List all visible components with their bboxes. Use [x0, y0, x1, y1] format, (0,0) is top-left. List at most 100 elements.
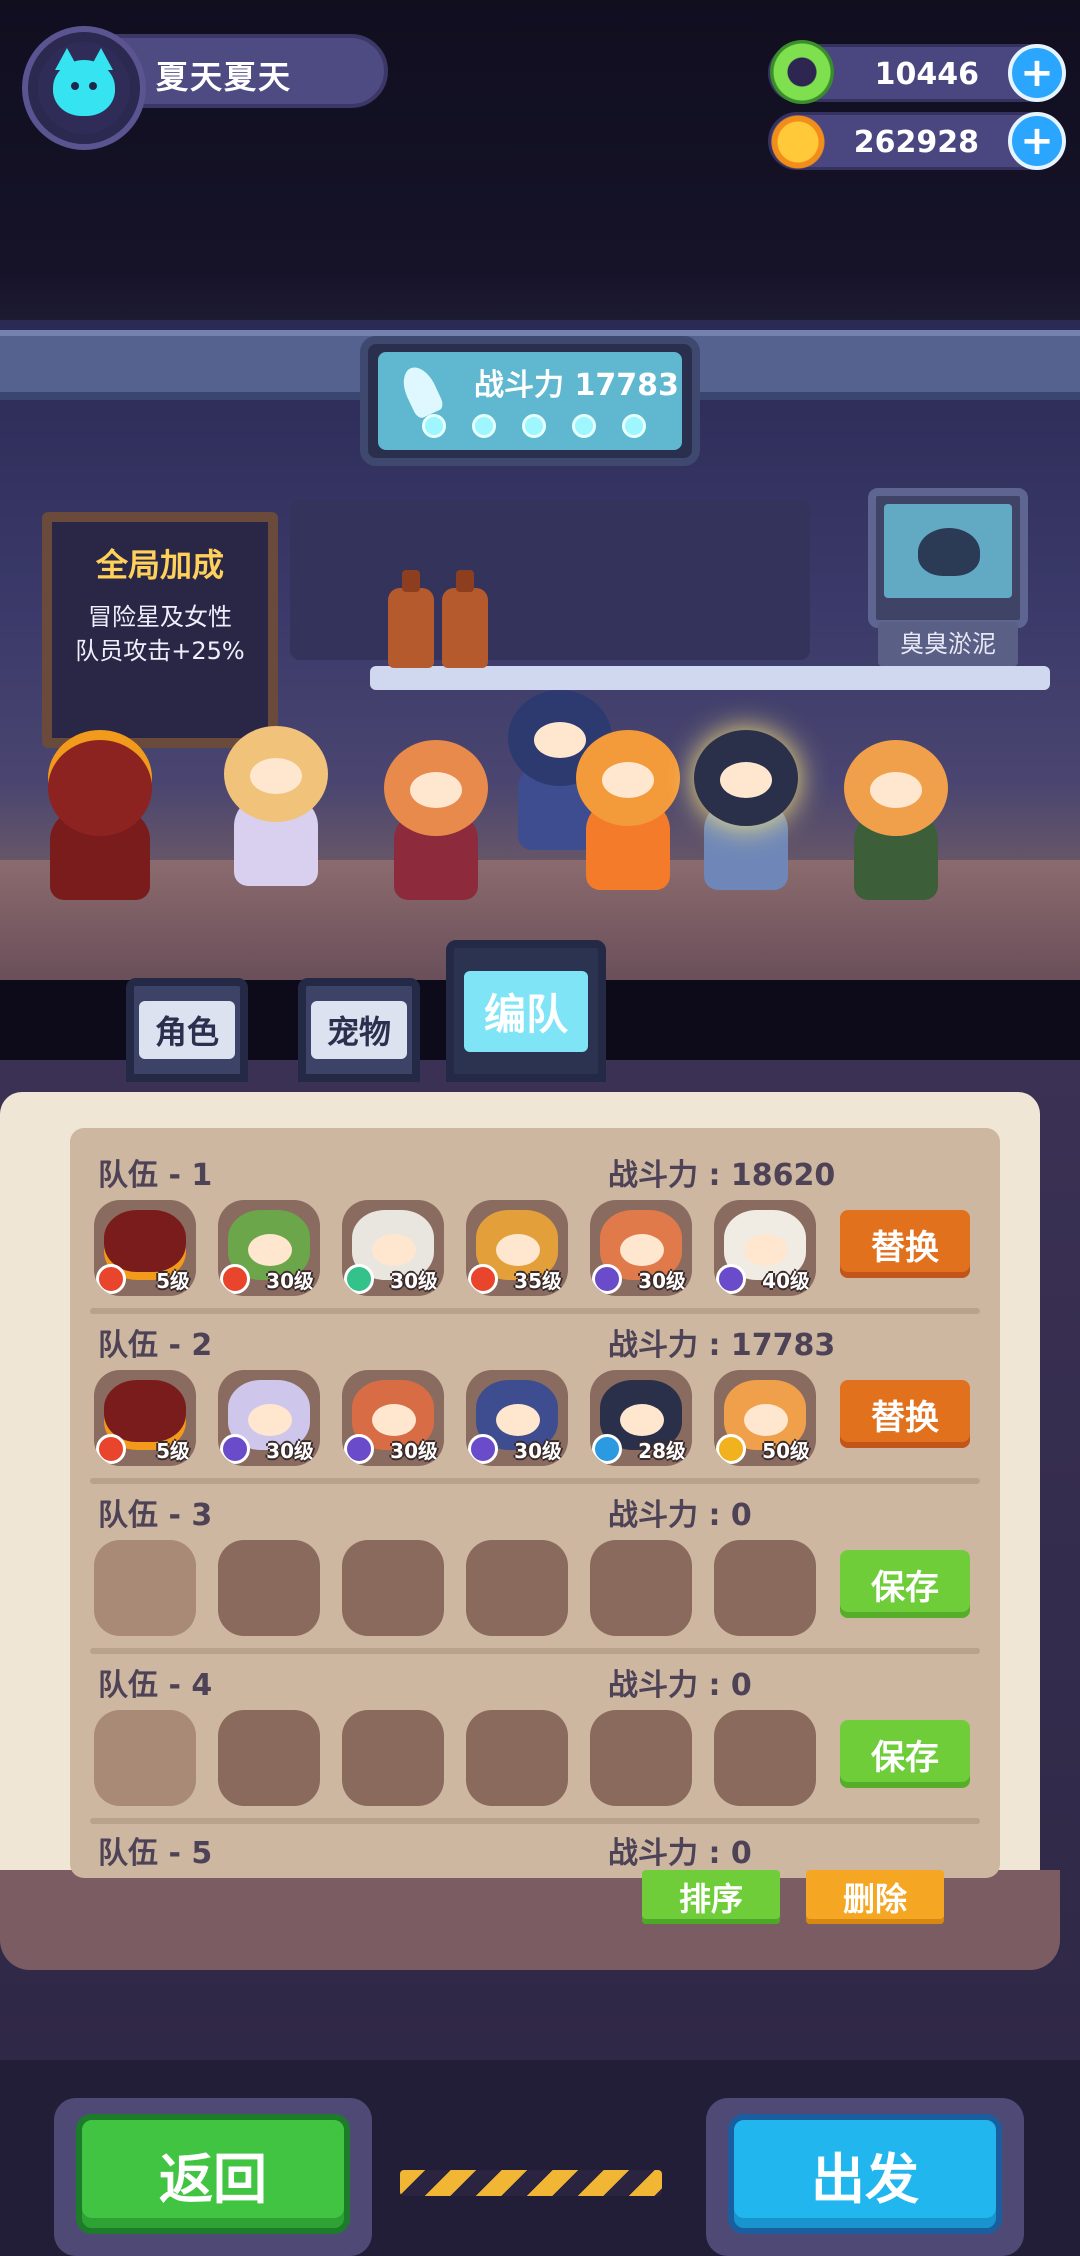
team-1-replace-button[interactable]: 替换: [840, 1210, 970, 1278]
team-4-save-button[interactable]: 保存: [840, 1720, 970, 1788]
team-1-slot-4[interactable]: 35级: [466, 1200, 568, 1296]
slime-pet-icon: [918, 528, 980, 576]
stage-character[interactable]: [376, 730, 496, 900]
team-1-slot-1[interactable]: 5级: [94, 1200, 196, 1296]
tab-formation-label: 编队: [463, 970, 588, 1052]
bottle-decoration: [442, 570, 488, 668]
team-1-slot-3[interactable]: 30级: [342, 1200, 444, 1296]
dark-element-icon: [716, 1264, 746, 1294]
fire-element-icon: [220, 1264, 250, 1294]
team-4-slot-2[interactable]: [218, 1710, 320, 1806]
back-button[interactable]: 返回: [76, 2114, 350, 2234]
power-dot: [622, 414, 646, 438]
fire-element-icon: [96, 1264, 126, 1294]
back-button-frame: 返回: [54, 2098, 372, 2256]
power-panel: 战斗力 17783: [360, 336, 700, 466]
team-1-slot-2[interactable]: 30级: [218, 1200, 320, 1296]
team-1-slot-5[interactable]: 30级: [590, 1200, 692, 1296]
tab-formation[interactable]: 编队: [446, 940, 606, 1082]
top-bar: 夏天夏天 10446 + 262928 +: [0, 0, 1080, 320]
team-3-slot-5[interactable]: [590, 1540, 692, 1636]
fire-element-icon: [468, 1264, 498, 1294]
dark-element-icon: [220, 1434, 250, 1464]
team-2-slot-6[interactable]: 50级: [714, 1370, 816, 1466]
tab-pet[interactable]: 宠物: [298, 978, 420, 1082]
power-panel-label: 战斗力 17783: [474, 368, 679, 403]
stage-character[interactable]: [568, 720, 688, 890]
bottle-decoration: [388, 570, 434, 668]
wind-element-icon: [344, 1264, 374, 1294]
team-2-power: 战斗力 : 17783: [608, 1328, 836, 1363]
team-4-slot-3[interactable]: [342, 1710, 444, 1806]
row-divider: [90, 1308, 980, 1314]
team-3-slot-3[interactable]: [342, 1540, 444, 1636]
add-coin-button[interactable]: +: [1008, 112, 1066, 170]
team-1-slot-6[interactable]: 40级: [714, 1200, 816, 1296]
monitor-label: 臭臭淤泥: [878, 622, 1018, 666]
team-1-power: 战斗力 : 18620: [608, 1158, 836, 1193]
water-element-icon: [592, 1434, 622, 1464]
dark-element-icon: [344, 1434, 374, 1464]
buff-board[interactable]: 全局加成 冒险星及女性 队员攻击+25%: [42, 512, 278, 748]
team-2-title: 队伍 - 2: [98, 1328, 213, 1363]
stage-character[interactable]: [686, 720, 806, 890]
team-3-slot-1[interactable]: [94, 1540, 196, 1636]
coin-amount: 262928: [853, 125, 979, 160]
tab-character-label: 角色: [138, 1001, 235, 1059]
stage-character[interactable]: [216, 716, 336, 886]
player-avatar[interactable]: [22, 26, 146, 150]
sort-button[interactable]: 排序: [642, 1870, 780, 1924]
dark-element-icon: [592, 1264, 622, 1294]
team-3-slot-4[interactable]: [466, 1540, 568, 1636]
team-2-replace-button[interactable]: 替换: [840, 1380, 970, 1448]
planet-coin-icon: [766, 110, 830, 174]
formation-page: 队伍 - 1 战斗力 : 18620 5级 30级 30级 35级 30级 40…: [70, 1128, 1000, 1878]
hazard-stripe: [400, 2170, 662, 2196]
tab-pet-label: 宠物: [310, 1001, 407, 1059]
rocket-icon: [396, 362, 446, 420]
team-4-slot-1[interactable]: [94, 1710, 196, 1806]
power-dot: [472, 414, 496, 438]
team-3-save-button[interactable]: 保存: [840, 1550, 970, 1618]
team-4-slot-5[interactable]: [590, 1710, 692, 1806]
team-2-slot-5[interactable]: 28级: [590, 1370, 692, 1466]
counter-shelf: [370, 666, 1050, 690]
row-divider: [90, 1478, 980, 1484]
donut-gem-icon: [770, 40, 834, 104]
team-5-power: 战斗力 : 0: [608, 1836, 752, 1871]
gem-amount: 10446: [874, 57, 979, 92]
team-3-slot-2[interactable]: [218, 1540, 320, 1636]
team-3-power: 战斗力 : 0: [608, 1498, 752, 1533]
dark-element-icon: [468, 1434, 498, 1464]
team-1-title: 队伍 - 1: [98, 1158, 213, 1193]
team-3-slot-6[interactable]: [714, 1540, 816, 1636]
stage-character[interactable]: [40, 730, 160, 900]
power-dot: [572, 414, 596, 438]
player-name: 夏天夏天: [156, 58, 293, 96]
depart-button-frame: 出发: [706, 2098, 1024, 2256]
buff-board-text: 冒险星及女性 队员攻击+25%: [75, 603, 245, 665]
add-gem-button[interactable]: +: [1008, 44, 1066, 102]
team-2-slot-2[interactable]: 30级: [218, 1370, 320, 1466]
cat-icon: [53, 48, 115, 116]
team-2-slot-3[interactable]: 30级: [342, 1370, 444, 1466]
row-divider: [90, 1648, 980, 1654]
team-4-slot-6[interactable]: [714, 1710, 816, 1806]
power-dot: [522, 414, 546, 438]
fire-element-icon: [96, 1434, 126, 1464]
depart-button[interactable]: 出发: [728, 2114, 1002, 2234]
buff-board-title: 全局加成: [95, 546, 224, 584]
back-shelf: [290, 500, 810, 660]
team-3-title: 队伍 - 3: [98, 1498, 213, 1533]
light-element-icon: [716, 1434, 746, 1464]
delete-button[interactable]: 删除: [806, 1870, 944, 1924]
row-divider: [90, 1818, 980, 1824]
team-2-slot-4[interactable]: 30级: [466, 1370, 568, 1466]
tab-character[interactable]: 角色: [126, 978, 248, 1082]
team-2-slot-1[interactable]: 5级: [94, 1370, 196, 1466]
pet-monitor[interactable]: [868, 488, 1028, 628]
team-4-slot-4[interactable]: [466, 1710, 568, 1806]
team-5-title: 队伍 - 5: [98, 1836, 213, 1871]
power-dot: [422, 414, 446, 438]
stage-character[interactable]: [836, 730, 956, 900]
